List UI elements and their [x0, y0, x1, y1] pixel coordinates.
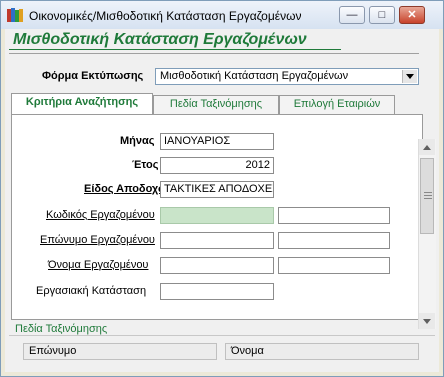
employee-code-to-field[interactable]	[278, 207, 390, 224]
employee-code-label[interactable]: Κωδικός Εργαζομένου	[46, 209, 155, 221]
employee-name-to-field[interactable]	[278, 257, 390, 274]
year-label: Έτος	[132, 159, 159, 171]
chevron-up-icon	[423, 145, 431, 150]
maximize-button[interactable]: □	[369, 6, 395, 24]
main-window: Οικονομικές/Μισθοδοτική Κατάσταση Εργαζο…	[0, 0, 444, 377]
title-underline	[9, 49, 341, 50]
employee-name-from-field[interactable]	[160, 257, 274, 274]
vertical-scrollbar[interactable]	[418, 139, 436, 329]
work-status-field[interactable]	[160, 283, 274, 300]
sort-group-border	[9, 335, 435, 336]
grip-line	[424, 195, 432, 196]
tab-search-criteria[interactable]: Κριτήρια Αναζήτησης	[11, 93, 153, 115]
close-button[interactable]: ✕	[399, 6, 425, 24]
employee-surname-label[interactable]: Επώνυμο Εργαζομένου	[40, 234, 155, 246]
books-app-icon	[7, 8, 23, 22]
chevron-down-icon[interactable]	[402, 70, 417, 83]
month-label: Μήνας	[120, 135, 155, 147]
print-form-value: Μισθοδοτική Κατάσταση Εργαζομένων	[160, 70, 349, 82]
employee-surname-from-field[interactable]	[160, 232, 274, 249]
close-icon: ✕	[407, 9, 417, 21]
search-criteria-panel: Μήνας ΙΑΝΟΥΑΡΙΟΣ Έτος 2012 Είδος Αποδοχώ…	[11, 114, 423, 320]
employee-code-from-field[interactable]	[160, 207, 274, 224]
work-status-label: Εργασιακή Κατάσταση	[36, 285, 147, 297]
title-bar[interactable]: Οικονομικές/Μισθοδοτική Κατάσταση Εργαζο…	[1, 1, 443, 29]
year-field[interactable]: 2012	[160, 157, 274, 174]
tab-sort-fields[interactable]: Πεδία Ταξινόμησης	[153, 95, 279, 114]
print-form-select[interactable]: Μισθοδοτική Κατάσταση Εργαζομένων	[155, 68, 419, 85]
print-form-label: Φόρμα Εκτύπωσης	[42, 70, 144, 82]
month-field[interactable]: ΙΑΝΟΥΑΡΙΟΣ	[160, 133, 274, 150]
employee-name-label[interactable]: Όνομα Εργαζομένου	[48, 259, 148, 271]
minimize-icon: —	[346, 9, 358, 21]
scroll-up-button[interactable]	[419, 139, 435, 155]
maximize-icon: □	[378, 9, 386, 21]
tab-company-selection[interactable]: Επιλογή Εταιριών	[279, 95, 395, 114]
chevron-down-icon	[423, 319, 431, 324]
window-title: Οικονομικές/Μισθοδοτική Κατάσταση Εργαζο…	[29, 9, 302, 23]
scroll-thumb[interactable]	[420, 158, 434, 234]
grip-line	[424, 198, 432, 199]
minimize-button[interactable]: —	[339, 6, 365, 24]
sort-fields-title: Πεδία Ταξινόμησης	[13, 323, 110, 335]
sort-field-1: Επώνυμο	[23, 343, 217, 360]
page-title: Μισθοδοτική Κατάσταση Εργαζομένων	[13, 31, 307, 48]
grip-line	[424, 192, 432, 193]
sort-field-2: Όνομα	[225, 343, 419, 360]
divider	[9, 53, 419, 54]
employee-surname-to-field[interactable]	[278, 232, 390, 249]
scroll-down-button[interactable]	[419, 313, 435, 329]
client-area: Μισθοδοτική Κατάσταση Εργαζομένων Φόρμα …	[5, 29, 439, 372]
pay-type-field[interactable]: ΤΑΚΤΙΚΕΣ ΑΠΟΔΟΧΕΣ	[160, 181, 274, 198]
